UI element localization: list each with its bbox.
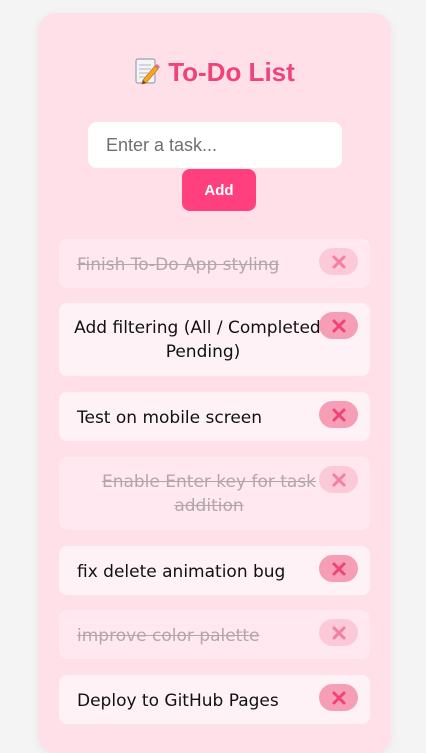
- task-item-6[interactable]: Deploy to GitHub Pages: [59, 675, 370, 724]
- close-icon: [332, 626, 345, 639]
- close-icon: [332, 319, 345, 332]
- close-icon: [332, 408, 345, 421]
- close-icon: [332, 473, 345, 486]
- delete-button[interactable]: [319, 684, 358, 711]
- task-input[interactable]: [88, 122, 342, 168]
- task-text: improve color palette: [77, 626, 260, 646]
- task-item-4[interactable]: fix delete animation bug: [59, 546, 370, 595]
- app-title: To-Do List: [38, 57, 391, 92]
- memo-icon: [134, 57, 161, 92]
- close-icon: [332, 691, 345, 704]
- task-text: fix delete animation bug: [77, 562, 286, 582]
- delete-button[interactable]: [319, 312, 358, 339]
- todo-card: To-Do List Add Finish To-Do App styling …: [38, 13, 391, 753]
- delete-button[interactable]: [319, 466, 358, 493]
- delete-button[interactable]: [319, 248, 358, 275]
- task-text: Test on mobile screen: [77, 408, 263, 428]
- delete-button[interactable]: [319, 555, 358, 582]
- delete-button[interactable]: [319, 619, 358, 646]
- task-item-1[interactable]: Add filtering (All / Completed / Pending…: [59, 303, 370, 376]
- close-icon: [332, 255, 345, 268]
- close-icon: [332, 562, 345, 575]
- task-text: Deploy to GitHub Pages: [77, 691, 279, 711]
- task-text: Finish To-Do App styling: [77, 255, 280, 275]
- task-text: Enable Enter key for task addition: [101, 472, 317, 516]
- add-button[interactable]: Add: [182, 169, 256, 211]
- delete-button[interactable]: [319, 401, 358, 428]
- task-item-5[interactable]: improve color palette: [59, 610, 370, 659]
- task-text: Add filtering (All / Completed / Pending…: [74, 318, 332, 362]
- task-item-2[interactable]: Test on mobile screen: [59, 392, 370, 441]
- app-title-text: To-Do List: [168, 57, 295, 87]
- task-item-0[interactable]: Finish To-Do App styling: [59, 239, 370, 288]
- task-item-3[interactable]: Enable Enter key for task addition: [59, 457, 370, 530]
